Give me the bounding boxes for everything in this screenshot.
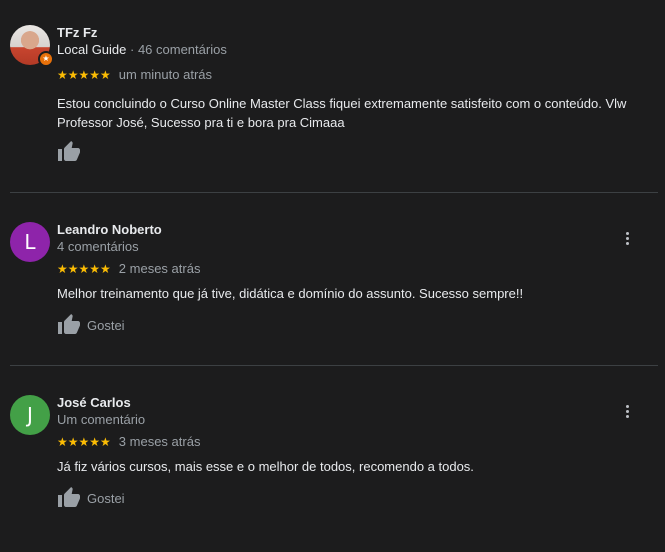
review-time: 2 meses atrás xyxy=(118,261,201,276)
star-rating: ★★★★★ xyxy=(57,434,111,449)
review-count: Um comentário xyxy=(57,412,146,427)
reviewer-name[interactable]: José Carlos xyxy=(57,395,131,410)
more-vert-icon-dot xyxy=(625,236,629,240)
local-guide-badge-icon: ★ xyxy=(38,51,54,67)
avatar-letter: L xyxy=(24,230,36,254)
like-button[interactable]: Gostei xyxy=(57,313,125,337)
like-button[interactable]: Gostei xyxy=(57,486,125,510)
thumbs-up-icon xyxy=(58,141,80,161)
rating-row: ★★★★★ 2 meses atrás xyxy=(57,261,200,276)
review-count: · 46 comentários xyxy=(126,42,227,57)
thumbs-up-icon xyxy=(58,314,80,334)
reviewer-name[interactable]: TFz Fz xyxy=(57,25,97,40)
more-vert-icon-dot xyxy=(625,414,629,418)
review-count: 4 comentários xyxy=(57,239,139,254)
review-item: ★ TFz Fz Local Guide · 46 comentários ★★… xyxy=(0,0,665,192)
rating-row: ★★★★★ um minuto atrás xyxy=(57,67,212,82)
thumbs-up-icon xyxy=(58,487,80,507)
star-rating: ★★★★★ xyxy=(57,261,111,276)
local-guide-label: Local Guide xyxy=(57,42,127,57)
rating-row: ★★★★★ 3 meses atrás xyxy=(57,434,200,449)
more-vert-icon-dot xyxy=(625,409,629,413)
like-label: Gostei xyxy=(87,490,125,506)
more-vert-icon-dot xyxy=(625,241,629,245)
avatar[interactable]: L xyxy=(10,222,50,262)
review-text: Melhor treinamento que já tive, didática… xyxy=(57,286,524,301)
more-options-button[interactable] xyxy=(620,401,634,421)
more-vert-icon xyxy=(625,404,629,408)
like-button[interactable] xyxy=(57,140,87,164)
like-label: Gostei xyxy=(87,317,125,333)
review-time: 3 meses atrás xyxy=(118,434,201,449)
review-time: um minuto atrás xyxy=(118,67,212,82)
more-vert-icon xyxy=(625,231,629,235)
avatar[interactable]: ★ xyxy=(10,25,54,67)
more-options-button[interactable] xyxy=(620,228,634,248)
star-rating: ★★★★★ xyxy=(57,67,111,82)
review-item: L Leandro Noberto 4 comentários ★★★★★ 2 … xyxy=(0,193,665,365)
review-text: Já fiz vários cursos, mais esse e o melh… xyxy=(57,459,474,474)
reviewer-name[interactable]: Leandro Noberto xyxy=(57,222,162,237)
reviewer-meta: Local Guide · 46 comentários xyxy=(57,42,227,57)
review-text: Estou concluindo o Curso Online Master C… xyxy=(57,96,627,130)
avatar[interactable]: J xyxy=(10,395,50,435)
review-item: J José Carlos Um comentário ★★★★★ 3 mese… xyxy=(0,366,665,552)
avatar-letter: J xyxy=(27,403,33,427)
